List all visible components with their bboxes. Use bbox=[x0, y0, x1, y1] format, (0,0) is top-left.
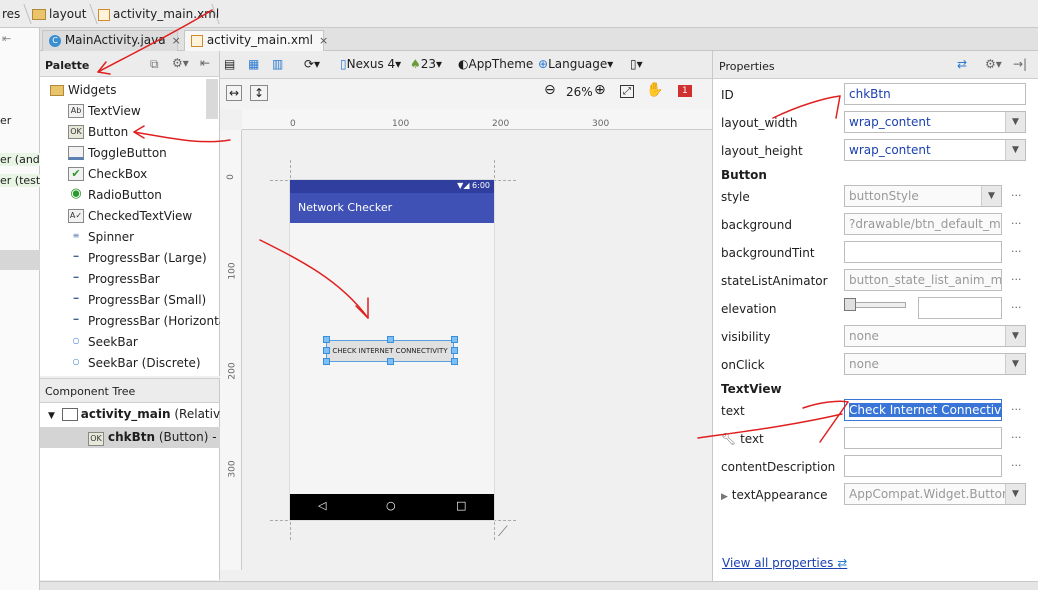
annotation-arrow bbox=[697, 413, 843, 439]
annotation-arrow bbox=[802, 400, 849, 409]
annotation-arrow bbox=[97, 9, 213, 73]
annotation-arrow bbox=[133, 131, 231, 143]
annotation-arrow bbox=[835, 95, 841, 119]
annotation-overlay bbox=[97, 9, 849, 443]
annotation-arrow bbox=[819, 401, 849, 443]
annotation-arrow bbox=[772, 95, 841, 119]
annotation-arrow bbox=[259, 239, 369, 319]
